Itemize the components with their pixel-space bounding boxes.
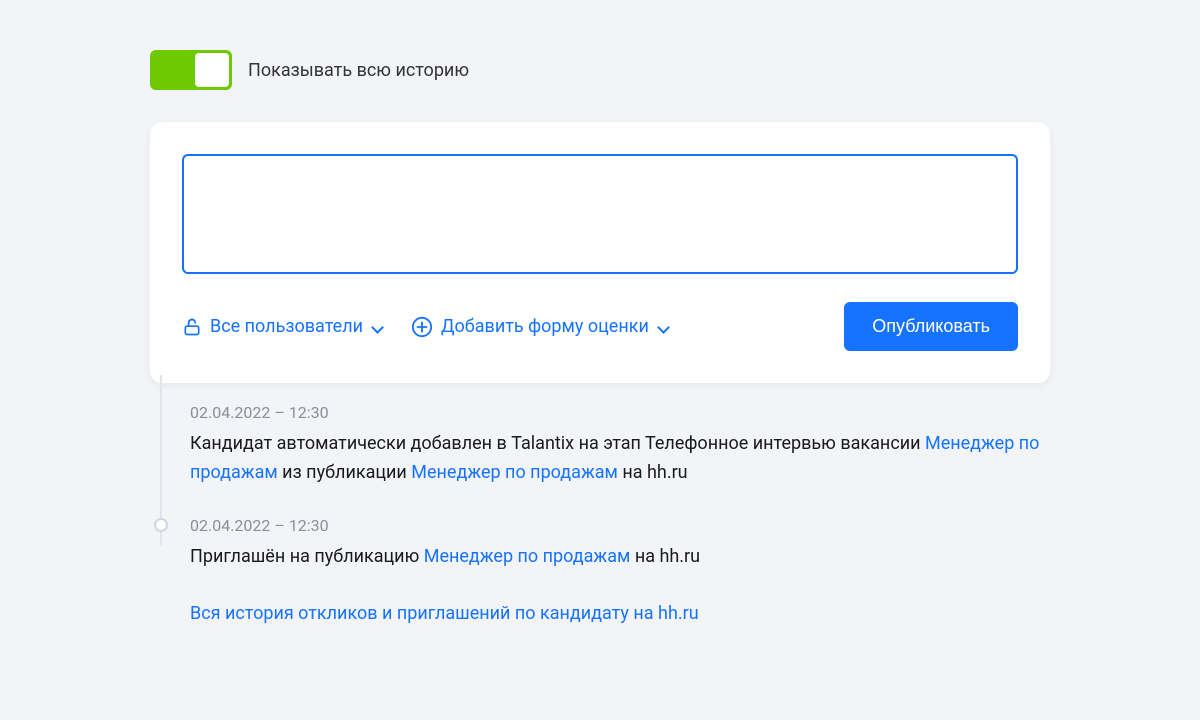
timeline-text: Приглашён на публикацию Менеджер по прод… (190, 543, 1050, 572)
chevron-down-icon (657, 321, 669, 333)
add-form-label: Добавить форму оценки (441, 316, 649, 337)
history-timeline: 02.04.2022 – 12:30 Кандидат автоматическ… (150, 403, 1050, 624)
comment-textarea[interactable] (182, 154, 1018, 274)
show-history-label: Показывать всю историю (248, 60, 469, 81)
show-history-toggle[interactable] (150, 50, 232, 90)
full-history-link[interactable]: Вся история откликов и приглашений по ка… (190, 603, 699, 624)
chevron-down-icon (371, 321, 383, 333)
composer-card: Все пользователи Добавить форму оценки О… (150, 122, 1050, 383)
timeline-date: 02.04.2022 – 12:30 (190, 403, 1050, 422)
add-evaluation-form[interactable]: Добавить форму оценки (411, 316, 669, 338)
show-history-toggle-row: Показывать всю историю (150, 50, 1050, 90)
timeline-dot (154, 518, 168, 532)
publication-link[interactable]: Менеджер по продажам (411, 462, 618, 483)
timeline-text: Кандидат автоматически добавлен в Talant… (190, 430, 1050, 488)
plus-circle-icon (411, 316, 433, 338)
visibility-label: Все пользователи (210, 316, 363, 337)
publication-link[interactable]: Менеджер по продажам (424, 546, 631, 567)
publish-button[interactable]: Опубликовать (844, 302, 1018, 351)
timeline-item: 02.04.2022 – 12:30 Кандидат автоматическ… (190, 403, 1050, 488)
composer-actions: Все пользователи Добавить форму оценки О… (182, 302, 1018, 351)
timeline-item: 02.04.2022 – 12:30 Приглашён на публикац… (190, 516, 1050, 572)
toggle-thumb (195, 53, 229, 87)
timeline-date: 02.04.2022 – 12:30 (190, 516, 1050, 535)
unlock-icon (182, 317, 202, 337)
visibility-selector[interactable]: Все пользователи (182, 316, 383, 337)
